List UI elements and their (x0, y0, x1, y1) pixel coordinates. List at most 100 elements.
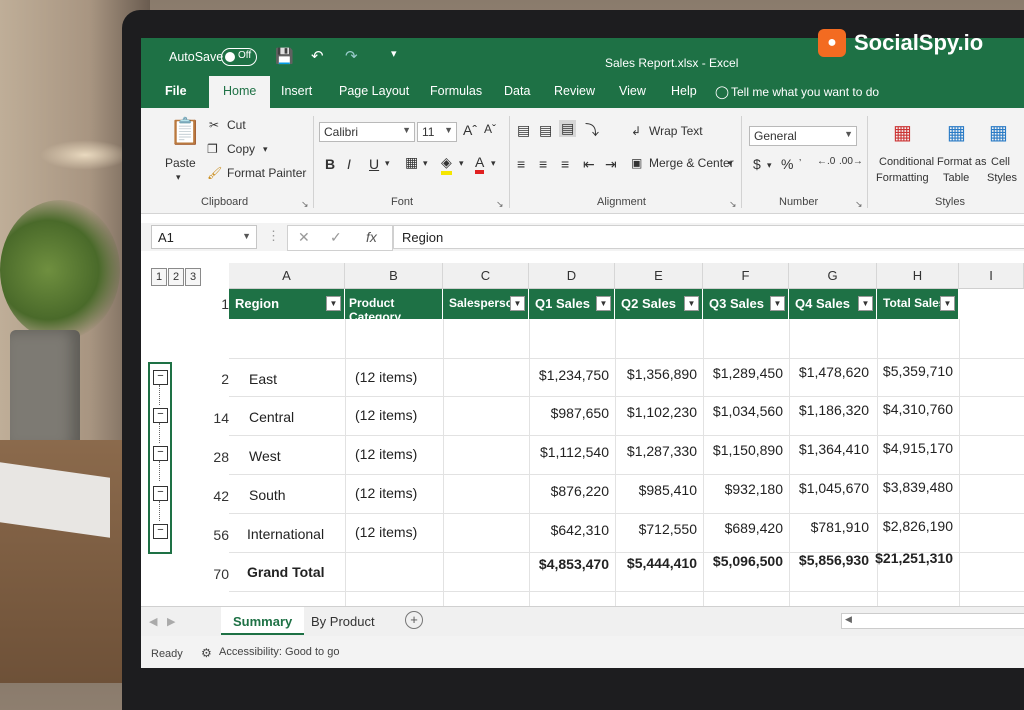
underline-button[interactable]: U (369, 156, 379, 172)
filter-dropdown-icon[interactable]: ▼ (510, 296, 525, 311)
paste-button[interactable]: Paste (165, 156, 196, 170)
row-header[interactable]: 1 (193, 296, 229, 312)
add-sheet-button[interactable]: + (405, 611, 423, 629)
total-cell[interactable]: $3,839,480 (877, 479, 953, 495)
q2-cell[interactable]: $1,356,890 (615, 366, 697, 382)
merge-center-button[interactable]: Merge & Center (649, 156, 734, 170)
column-header-c[interactable]: C (443, 263, 529, 289)
q4-cell[interactable]: $1,478,620 (789, 364, 869, 380)
comma-style-icon[interactable]: ’ (799, 158, 801, 169)
align-center-icon[interactable]: ≡ (539, 156, 547, 172)
alignment-launcher-icon[interactable]: ↘ (729, 199, 737, 210)
font-family-select[interactable]: Calibri ▼ (319, 122, 415, 142)
column-header-h[interactable]: H (877, 263, 959, 289)
q2-cell[interactable]: $1,102,230 (615, 404, 697, 420)
formula-input[interactable]: Region (393, 225, 1024, 249)
cancel-icon[interactable]: ✕ (298, 229, 310, 246)
q1-cell[interactable]: $1,234,750 (529, 367, 609, 383)
region-cell[interactable]: Central (249, 409, 294, 425)
tab-home[interactable]: Home (209, 76, 271, 108)
category-cell[interactable]: (12 items) (355, 446, 417, 462)
category-cell[interactable]: (12 items) (355, 369, 417, 385)
decrease-font-icon[interactable]: Aˇ (484, 122, 496, 136)
column-header-e[interactable]: E (615, 263, 703, 289)
filter-dropdown-icon[interactable]: ▼ (596, 296, 611, 311)
conditional-formatting-icon[interactable]: ▦ (893, 120, 912, 145)
decrease-decimal-icon[interactable]: .00→ (839, 156, 863, 167)
q1-cell[interactable]: $876,220 (529, 483, 609, 499)
number-format-select[interactable]: General ▼ (749, 126, 857, 146)
borders-dropdown-icon[interactable]: ▾ (423, 158, 428, 169)
insert-function-button[interactable]: fx (366, 229, 377, 245)
row-header[interactable]: 56 (193, 527, 229, 543)
column-header-a[interactable]: A (229, 263, 345, 289)
accessibility-status[interactable]: Accessibility: Good to go (219, 646, 339, 658)
italic-button[interactable]: I (347, 156, 351, 172)
bottom-align-icon[interactable]: ▤ (559, 120, 577, 137)
row-header[interactable]: 28 (193, 449, 229, 465)
region-cell[interactable]: West (249, 448, 281, 464)
wrap-text-button[interactable]: Wrap Text (649, 124, 703, 138)
q1-cell[interactable]: $1,112,540 (529, 444, 609, 460)
save-icon[interactable]: 💾 (275, 47, 294, 65)
grand-total-sum[interactable]: $21,251,310 (867, 550, 953, 566)
total-cell[interactable]: $4,915,170 (877, 440, 953, 456)
enter-icon[interactable]: ✓ (330, 229, 342, 246)
format-painter-icon[interactable]: 🖌 (207, 166, 222, 180)
underline-dropdown-icon[interactable]: ▾ (385, 158, 390, 169)
paste-icon[interactable]: 📋 (169, 116, 201, 147)
customize-toolbar-icon[interactable]: ▾ (391, 47, 397, 60)
fill-color-icon[interactable]: ◈ (441, 154, 452, 175)
format-as-table-icon[interactable]: ▦ (947, 120, 966, 145)
scroll-tabs-right-icon[interactable]: ▶ (167, 615, 175, 628)
tab-insert[interactable]: Insert (281, 84, 312, 98)
sheet-tab-summary[interactable]: Summary (221, 607, 305, 635)
fill-color-dropdown-icon[interactable]: ▾ (459, 158, 464, 169)
filter-dropdown-icon[interactable]: ▼ (940, 296, 955, 311)
collapse-group-button[interactable]: − (153, 486, 168, 501)
q4-cell[interactable]: $1,045,670 (789, 480, 869, 496)
clipboard-launcher-icon[interactable]: ↘ (301, 199, 309, 210)
horizontal-scrollbar[interactable]: ◀ (841, 613, 1024, 629)
grand-total-q1[interactable]: $4,853,470 (529, 556, 609, 572)
q4-cell[interactable]: $1,364,410 (789, 441, 869, 457)
row-header[interactable]: 14 (193, 410, 229, 426)
number-launcher-icon[interactable]: ↘ (855, 199, 863, 210)
q3-cell[interactable]: $689,420 (703, 520, 783, 536)
currency-dropdown-icon[interactable]: ▾ (767, 160, 772, 171)
grand-total-label[interactable]: Grand Total (247, 564, 325, 580)
table-label[interactable]: Table (943, 172, 969, 184)
formatting-label[interactable]: Formatting (876, 172, 929, 184)
column-header-d[interactable]: D (529, 263, 615, 289)
grand-total-q3[interactable]: $5,096,500 (703, 553, 783, 569)
redo-icon[interactable]: ↷ (345, 47, 358, 65)
filter-dropdown-icon[interactable]: ▼ (770, 296, 785, 311)
q2-cell[interactable]: $712,550 (615, 521, 697, 537)
row-header[interactable]: 70 (193, 566, 229, 582)
collapse-group-button[interactable]: − (153, 370, 168, 385)
copy-button[interactable]: Copy (227, 142, 255, 156)
q4-cell[interactable]: $1,186,320 (789, 402, 869, 418)
column-header-b[interactable]: B (345, 263, 443, 289)
currency-button[interactable]: $ (753, 156, 761, 172)
filter-dropdown-icon[interactable]: ▼ (326, 296, 341, 311)
q1-cell[interactable]: $642,310 (529, 522, 609, 538)
cut-icon[interactable]: ✂ (209, 118, 219, 132)
name-box[interactable]: A1 ▼ (151, 225, 257, 249)
region-cell[interactable]: International (247, 526, 324, 542)
q3-cell[interactable]: $1,289,450 (703, 365, 783, 381)
copy-dropdown-icon[interactable]: ▾ (263, 144, 268, 155)
align-right-icon[interactable]: ≡ (561, 156, 569, 172)
column-header-i[interactable]: I (959, 263, 1024, 289)
filter-dropdown-icon[interactable]: ▼ (858, 296, 873, 311)
increase-font-icon[interactable]: Aˆ (463, 122, 477, 138)
total-cell[interactable]: $2,826,190 (877, 518, 953, 534)
conditional-formatting-label[interactable]: Conditional (879, 156, 934, 168)
collapse-group-button[interactable]: − (153, 446, 168, 461)
top-align-icon[interactable]: ▤ (517, 122, 530, 139)
orientation-icon[interactable]: ⤵ (585, 120, 599, 140)
merge-center-icon[interactable]: ▣ (631, 156, 642, 170)
filter-dropdown-icon[interactable]: ▼ (684, 296, 699, 311)
autosave-toggle[interactable]: Off (221, 48, 257, 66)
tab-view[interactable]: View (619, 84, 646, 98)
